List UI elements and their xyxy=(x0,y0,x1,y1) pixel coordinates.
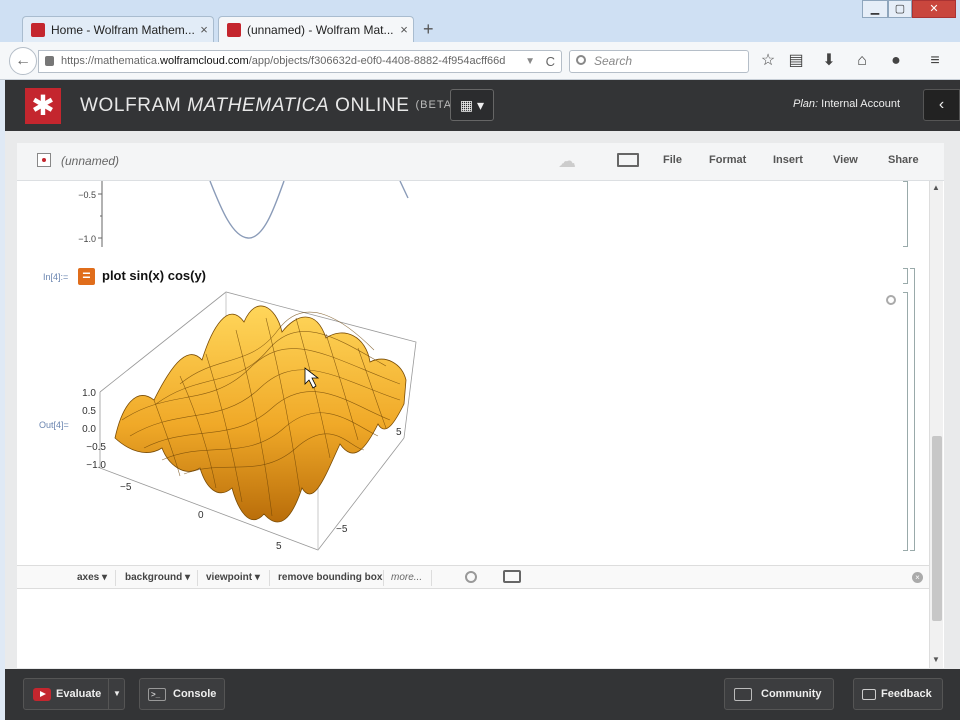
feedback-icon xyxy=(862,689,876,700)
search-icon xyxy=(576,55,586,65)
browser-navigation-bar: ← https://mathematica.wolframcloud.com/a… xyxy=(0,42,960,80)
tab-close-icon[interactable]: × xyxy=(395,22,413,37)
address-bar[interactable]: https://mathematica.wolframcloud.com/app… xyxy=(38,50,562,73)
divider xyxy=(431,570,432,586)
layout-menu-button[interactable]: ▦ ▾ xyxy=(450,89,494,121)
surface-mesh xyxy=(114,305,407,523)
minimize-button[interactable]: ▁ xyxy=(862,0,888,18)
menu-view[interactable]: View xyxy=(833,154,858,166)
evaluate-dropdown-icon[interactable]: ▼ xyxy=(113,679,121,709)
sidebar-toggle-button[interactable]: ‹ xyxy=(923,89,960,121)
mathematica-header: WOLFRAM MATHEMATICA ONLINE(BETA) ▦ ▾ Pla… xyxy=(5,80,960,131)
tab-title: (unnamed) - Wolfram Mat... xyxy=(247,22,394,37)
wolfram-favicon-icon xyxy=(227,22,241,37)
scroll-up-icon[interactable]: ▲ xyxy=(932,183,940,192)
x-tick-label: 5 xyxy=(276,541,282,552)
cell-bracket[interactable] xyxy=(903,268,908,284)
scroll-thumb[interactable] xyxy=(932,436,942,621)
bottom-toolbar: Evaluate ▼ >_ Console Community Feedback xyxy=(5,669,960,720)
suggestion-background[interactable]: background ▾ xyxy=(125,572,190,583)
star-icon[interactable]: ☆ xyxy=(758,51,778,71)
x-tick-label: −5 xyxy=(120,482,132,493)
download-icon[interactable]: ⬇ xyxy=(819,51,839,71)
tick-label: −0.5 xyxy=(78,190,96,200)
z-tick-label: −1.0 xyxy=(86,460,106,471)
home-icon[interactable]: ⌂ xyxy=(852,51,872,71)
suggestion-more[interactable]: more... xyxy=(391,572,422,583)
notebook-icon xyxy=(37,153,51,167)
lock-icon xyxy=(45,56,54,66)
search-input[interactable]: Search xyxy=(569,50,749,73)
presenter-icon[interactable] xyxy=(617,153,639,167)
menu-icon[interactable]: ≡ xyxy=(925,51,945,71)
wolfram-logo-icon[interactable] xyxy=(25,88,61,124)
z-tick-label: 1.0 xyxy=(82,388,96,399)
scroll-down-icon[interactable]: ▼ xyxy=(932,655,940,664)
evaluate-button[interactable]: Evaluate ▼ xyxy=(23,678,125,710)
tab-unnamed[interactable]: (unnamed) - Wolfram Mat... × xyxy=(218,16,414,42)
reading-list-icon[interactable]: ▤ xyxy=(786,51,806,71)
tab-close-icon[interactable]: × xyxy=(195,22,213,37)
menu-format[interactable]: Format xyxy=(709,154,746,166)
community-icon xyxy=(734,688,752,701)
divider xyxy=(383,570,384,586)
y-tick-label: 5 xyxy=(396,427,402,438)
notebook-toolbar: (unnamed) ☁ File Format Insert View Shar… xyxy=(17,143,944,181)
tab-title: Home - Wolfram Mathem... xyxy=(51,22,195,37)
close-suggestions-icon[interactable]: × xyxy=(912,572,923,583)
input-label: In[4]:= xyxy=(43,272,69,282)
reload-icon[interactable]: C xyxy=(546,51,555,72)
evaluate-icon xyxy=(33,688,51,701)
plan-info: Plan: Internal Account xyxy=(793,98,901,110)
divider xyxy=(197,570,198,586)
feedback-chat-icon[interactable] xyxy=(503,570,521,583)
input-expression[interactable]: plot sin(x) cos(y) xyxy=(102,268,206,283)
sine-curve-tail xyxy=(399,181,409,199)
suggestions-bar: axes ▾ background ▾ viewpoint ▾ remove b… xyxy=(17,565,929,589)
notebook-scrollbar[interactable]: ▲ ▼ xyxy=(929,181,943,668)
gear-icon[interactable] xyxy=(465,571,477,583)
suggestion-viewpoint[interactable]: viewpoint ▾ xyxy=(206,572,260,583)
z-tick-label: −0.5 xyxy=(86,442,106,453)
plot3d-surface[interactable]: 1.0 0.5 0.0 −0.5 −1.0 −5 0 5 −5 5 xyxy=(60,288,430,558)
community-button[interactable]: Community xyxy=(724,678,834,710)
notebook-name[interactable]: (unnamed) xyxy=(61,154,119,168)
url-text: https://mathematica.wolframcloud.com/app… xyxy=(61,55,506,67)
z-tick-label: 0.0 xyxy=(82,424,96,435)
free-form-input-icon[interactable] xyxy=(78,267,95,285)
menu-file[interactable]: File xyxy=(663,154,682,166)
browser-tab-strip: Home - Wolfram Mathem... × (unnamed) - W… xyxy=(0,0,960,42)
close-window-button[interactable]: ✕ xyxy=(912,0,956,18)
console-icon: >_ xyxy=(148,688,166,701)
cell-bracket[interactable] xyxy=(903,181,908,247)
tick-label: −1.0 xyxy=(78,234,96,244)
divider xyxy=(269,570,270,586)
cloud-icon: ☁ xyxy=(558,151,576,171)
cell-options-icon[interactable] xyxy=(886,295,896,305)
divider xyxy=(115,570,116,586)
url-dropdown-icon[interactable]: ▼ xyxy=(525,51,535,72)
menu-insert[interactable]: Insert xyxy=(773,154,803,166)
y-tick-label: −5 xyxy=(336,524,348,535)
app-title: WOLFRAM MATHEMATICA ONLINE (BETA) xyxy=(80,95,457,116)
wolfram-favicon-icon xyxy=(31,22,45,37)
back-button[interactable]: ← xyxy=(9,47,37,75)
suggestion-remove-bounding-box[interactable]: remove bounding box xyxy=(278,572,382,583)
feedback-button[interactable]: Feedback xyxy=(853,678,943,710)
z-tick-label: 0.5 xyxy=(82,406,96,417)
cell-bracket[interactable] xyxy=(903,292,908,551)
chat-icon[interactable]: ● xyxy=(886,51,906,71)
console-button[interactable]: >_ Console xyxy=(139,678,225,710)
x-tick-label: 0 xyxy=(198,510,204,521)
group-bracket[interactable] xyxy=(910,268,915,551)
menu-share[interactable]: Share xyxy=(888,154,919,166)
sine-curve xyxy=(209,181,285,239)
previous-plot-fragment: −0.5 −1.0 xyxy=(78,181,409,247)
new-tab-button[interactable]: + xyxy=(423,19,434,40)
maximize-button[interactable]: ▢ xyxy=(888,0,912,18)
suggestion-axes[interactable]: axes ▾ xyxy=(77,572,107,583)
tab-home[interactable]: Home - Wolfram Mathem... × xyxy=(22,16,214,42)
